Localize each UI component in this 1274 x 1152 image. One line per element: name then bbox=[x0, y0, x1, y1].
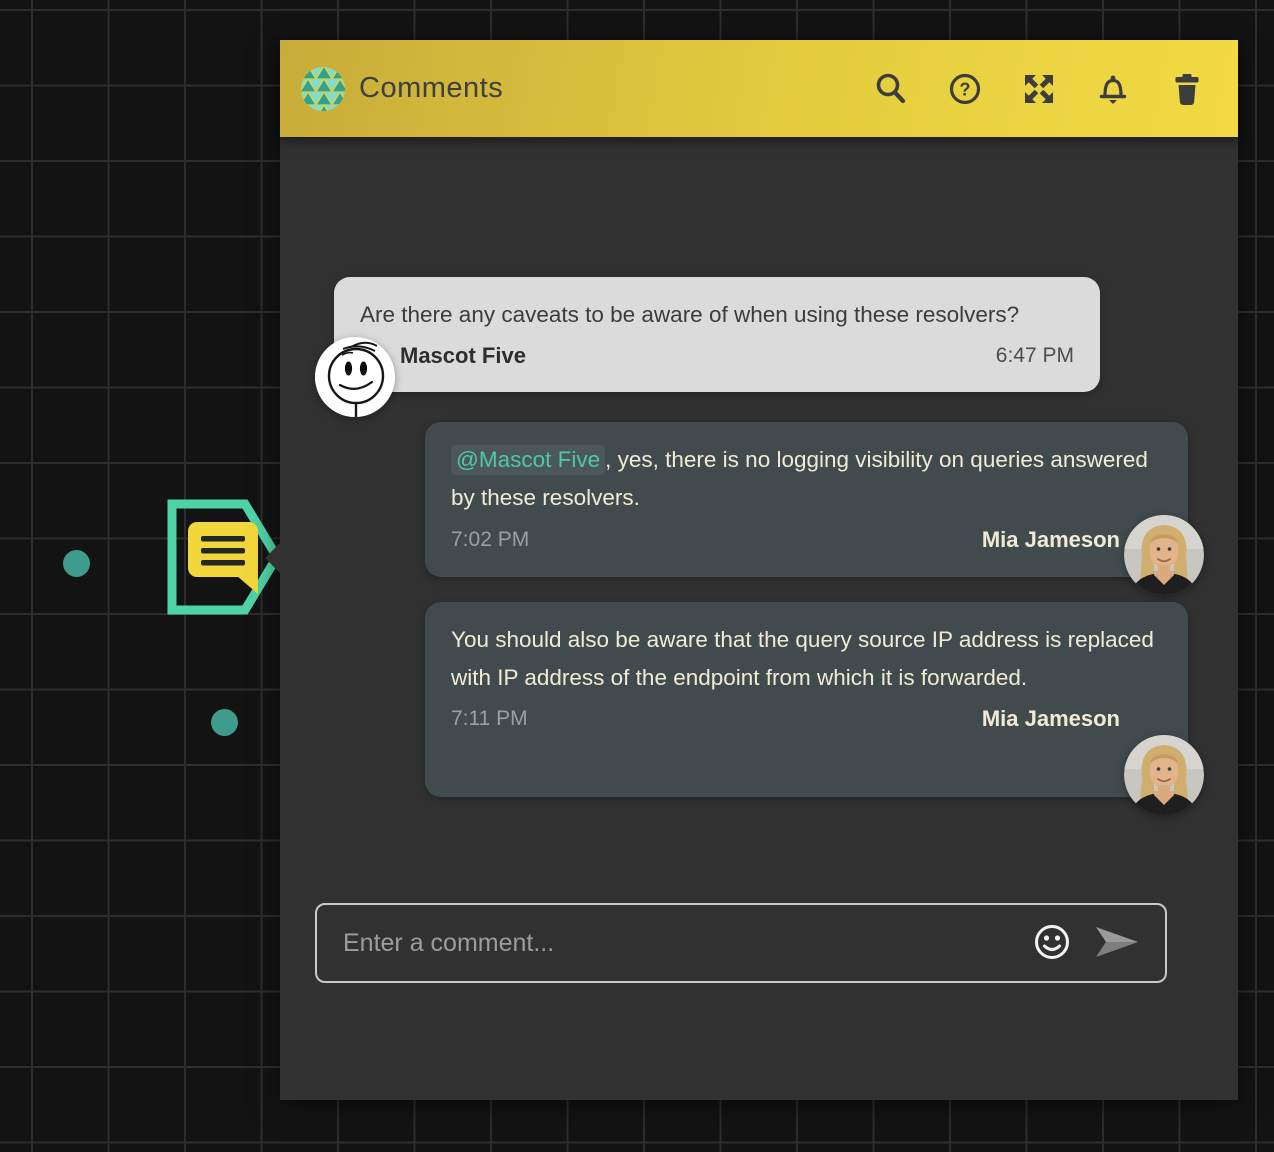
comment-input-placeholder: Enter a comment... bbox=[343, 929, 554, 958]
comment-text: Are there any caveats to be aware of whe… bbox=[360, 296, 1074, 334]
expand-icon[interactable] bbox=[1021, 71, 1057, 107]
speech-bubble-icon bbox=[188, 522, 258, 594]
avatar-mascot-five[interactable] bbox=[315, 337, 395, 417]
emoji-icon[interactable] bbox=[1033, 923, 1071, 964]
comment-author: Mia Jameson bbox=[982, 706, 1120, 732]
comment-author: Mascot Five bbox=[400, 343, 526, 369]
avatar-mia-jameson[interactable] bbox=[1124, 515, 1204, 595]
avatar-mia-jameson[interactable] bbox=[1124, 735, 1204, 815]
trash-icon[interactable] bbox=[1169, 71, 1205, 107]
comment-timestamp: 6:47 PM bbox=[996, 344, 1074, 368]
comments-panel: Comments ? bbox=[280, 40, 1238, 1100]
svg-text:?: ? bbox=[960, 79, 971, 99]
send-icon[interactable] bbox=[1095, 923, 1139, 964]
comment-timestamp: 7:11 PM bbox=[451, 707, 528, 731]
comment-text: You should also be aware that the query … bbox=[451, 621, 1162, 697]
comment-meta: Mascot Five 6:47 PM bbox=[360, 343, 1074, 369]
comment-meta: 7:11 PM Mia Jameson bbox=[451, 706, 1162, 732]
help-icon[interactable]: ? bbox=[947, 71, 983, 107]
comment-meta: 7:02 PM Mia Jameson bbox=[451, 527, 1162, 553]
panel-title: Comments bbox=[359, 72, 503, 105]
comment-bubble-outgoing: @Mascot Five, yes, there is no logging v… bbox=[425, 422, 1188, 577]
panel-pointer bbox=[265, 543, 280, 573]
comment-input[interactable]: Enter a comment... bbox=[315, 903, 1167, 983]
header-toolbar: ? bbox=[873, 71, 1205, 107]
bell-icon[interactable] bbox=[1095, 71, 1131, 107]
comment-bubble-outgoing: You should also be aware that the query … bbox=[425, 602, 1188, 797]
comment-anchor-dot[interactable] bbox=[63, 550, 90, 577]
canvas-background: Comments ? bbox=[0, 0, 1274, 1152]
panel-header: Comments ? bbox=[280, 40, 1238, 137]
comment-timestamp: 7:02 PM bbox=[451, 528, 529, 552]
mention-chip[interactable]: @Mascot Five bbox=[451, 445, 605, 475]
comment-bubble-incoming: Are there any caveats to be aware of whe… bbox=[334, 277, 1100, 392]
comment-anchor-dot[interactable] bbox=[211, 709, 238, 736]
comment-author: Mia Jameson bbox=[982, 527, 1120, 553]
app-logo-icon bbox=[300, 66, 346, 112]
comment-text: @Mascot Five, yes, there is no logging v… bbox=[451, 441, 1162, 517]
search-icon[interactable] bbox=[873, 71, 909, 107]
